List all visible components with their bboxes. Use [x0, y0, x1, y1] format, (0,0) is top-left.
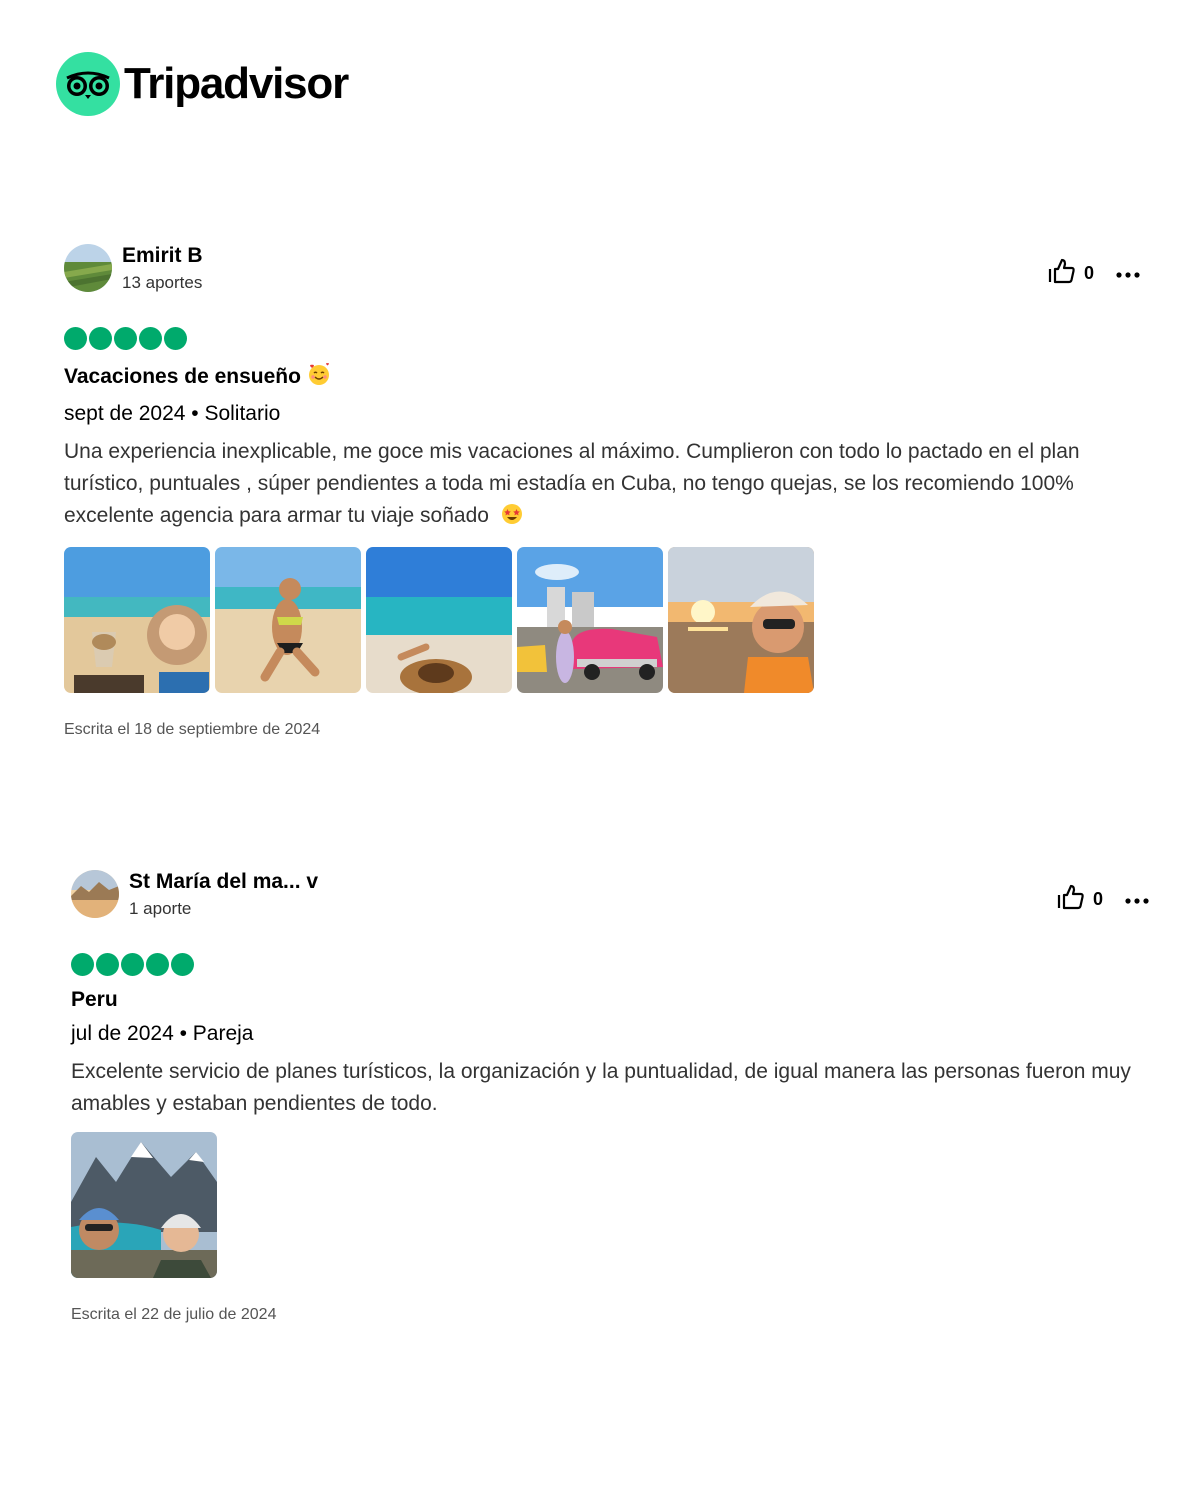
review-text: Una experiencia inexplicable, me goce mi… — [64, 440, 1080, 527]
trip-date-type: jul de 2024 • Pareja — [71, 1022, 254, 1045]
review-title[interactable]: Vacaciones de ensueño — [64, 365, 301, 389]
review-card: St María del ma... v 1 aporte 0 Peru jul… — [71, 870, 1171, 1324]
review-header: Emirit B 13 aportes 0 — [64, 244, 1164, 294]
review-text-block: Una experiencia inexplicable, me goce mi… — [64, 436, 1159, 535]
brand-name: Tripadvisor — [124, 59, 349, 108]
rating-bubble — [64, 327, 87, 350]
rating-bubble — [71, 953, 94, 976]
ellipsis-icon — [1125, 891, 1149, 909]
review-title[interactable]: Peru — [71, 988, 118, 1012]
thumbs-up-icon — [1048, 258, 1076, 289]
trip-date-type: sept de 2024 • Solitario — [64, 402, 281, 425]
written-date: Escrita el 18 de septiembre de 2024 — [64, 721, 321, 738]
user-name[interactable]: St María del ma... v — [129, 870, 318, 894]
more-options-button[interactable] — [1116, 265, 1140, 283]
rating-bubble — [96, 953, 119, 976]
review-actions: 0 — [1057, 884, 1149, 915]
owl-eyes-logo-icon — [56, 52, 120, 116]
review-actions: 0 — [1048, 258, 1140, 289]
review-title-row: Peru — [71, 988, 1171, 1012]
review-text: Excelente servicio de planes turísticos,… — [71, 1060, 1131, 1115]
review-photos — [64, 547, 1164, 693]
review-photos — [71, 1132, 1171, 1278]
more-options-button[interactable] — [1125, 891, 1149, 909]
thumbs-up-icon — [1057, 884, 1085, 915]
review-card: Emirit B 13 aportes 0 Vacaciones de ensu… — [64, 244, 1164, 739]
avatar[interactable] — [71, 870, 119, 918]
rating-bubbles — [71, 953, 1171, 976]
ellipsis-icon — [1116, 265, 1140, 283]
smiling-face-with-hearts-icon — [307, 362, 331, 392]
sea-hat-photo[interactable] — [366, 547, 512, 693]
helpful-vote-count: 0 — [1084, 263, 1095, 283]
helpful-vote-button[interactable]: 0 — [1057, 884, 1103, 915]
contributions-count: 13 aportes — [122, 273, 203, 292]
avatar[interactable] — [64, 244, 112, 292]
rating-bubble — [114, 327, 137, 350]
rating-bubble — [89, 327, 112, 350]
beach-drink-photo[interactable] — [64, 547, 210, 693]
rating-bubble — [164, 327, 187, 350]
mountain-lake-selfie-photo[interactable] — [71, 1132, 217, 1278]
rating-bubble — [171, 953, 194, 976]
pink-classic-car-photo[interactable] — [517, 547, 663, 693]
review-header: St María del ma... v 1 aporte 0 — [71, 870, 1171, 920]
rating-bubble — [139, 327, 162, 350]
contributions-count: 1 aporte — [129, 899, 192, 918]
star-struck-icon — [501, 503, 523, 535]
rating-bubble — [146, 953, 169, 976]
helpful-vote-count: 0 — [1093, 889, 1104, 909]
beach-posing-photo[interactable] — [215, 547, 361, 693]
user-name[interactable]: Emirit B — [122, 244, 203, 268]
tripadvisor-logo[interactable]: Tripadvisor — [56, 52, 349, 116]
review-title-row: Vacaciones de ensueño — [64, 362, 1164, 392]
written-date: Escrita el 22 de julio de 2024 — [71, 1306, 277, 1323]
sunset-selfie-photo[interactable] — [668, 547, 814, 693]
helpful-vote-button[interactable]: 0 — [1048, 258, 1094, 289]
rating-bubbles — [64, 327, 1164, 350]
rating-bubble — [121, 953, 144, 976]
